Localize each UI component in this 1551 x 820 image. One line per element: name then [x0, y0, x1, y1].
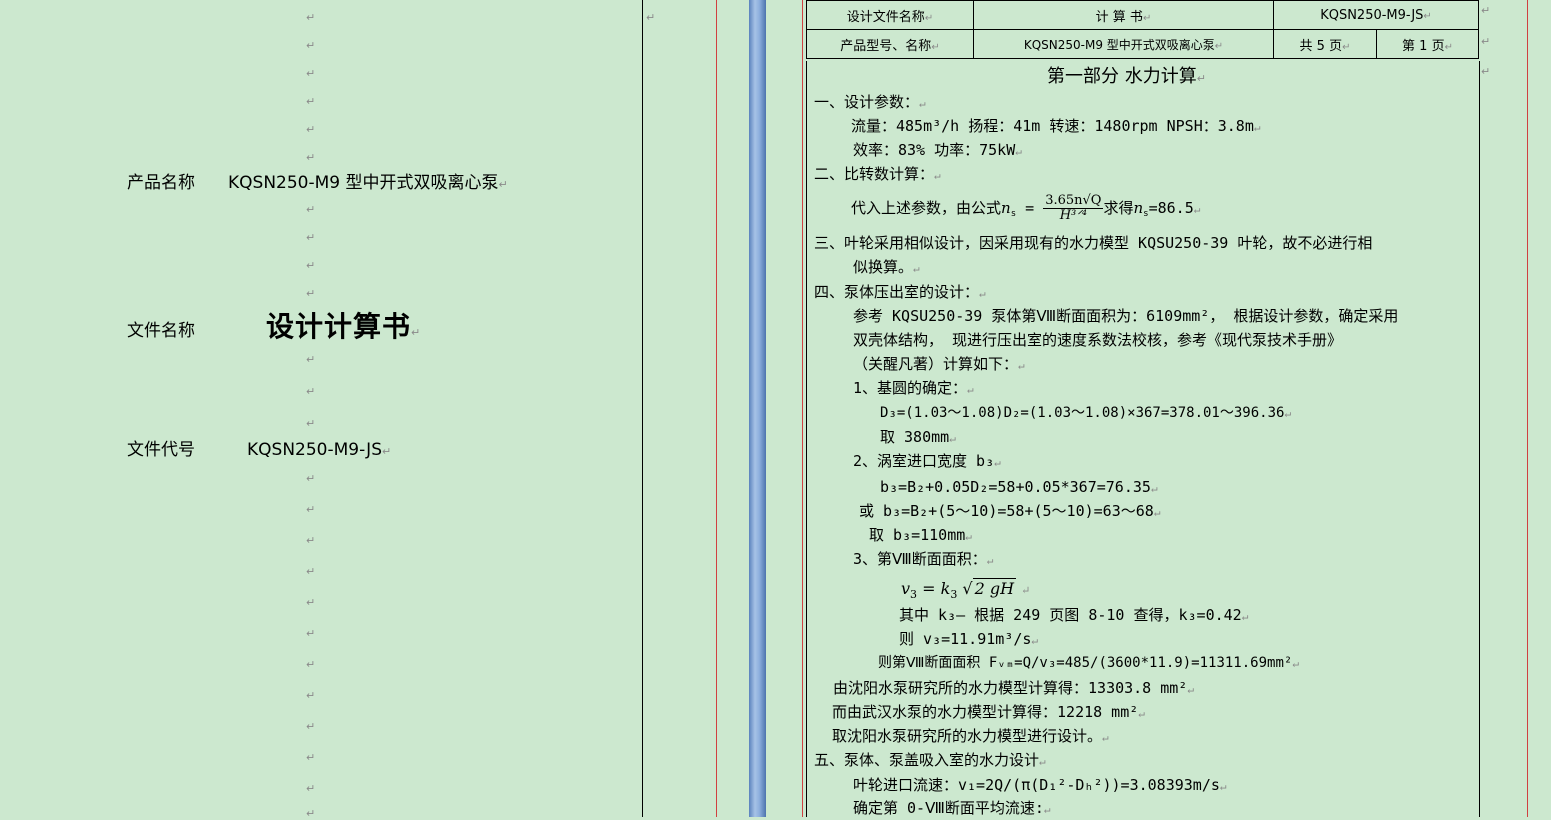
paragraph-mark: ↵ [306, 353, 316, 366]
model-label-cell: 产品型号、名称↵ [806, 29, 974, 59]
paragraph-mark: ↵ [306, 231, 316, 244]
model-value-cell: KQSN250-M9 型中开式双吸离心泵↵ [973, 29, 1274, 59]
paragraph-mark: ↵ [1481, 65, 1491, 78]
product-name-label: 产品名称 [127, 173, 195, 193]
file-code-field: 文件代号 KQSN250-M9-JS↵ [127, 435, 391, 460]
paragraph-mark: ↵ [306, 123, 316, 136]
product-name-field: 产品名称 KQSN250-M9 型中开式双吸离心泵↵ [127, 168, 508, 193]
paragraph-mark: ↵ [306, 259, 316, 272]
paragraph-mark: ↵ [306, 807, 316, 820]
section-4-heading: 四、泵体压出室的设计：↵ [814, 283, 986, 301]
step-2-heading: 2、涡室进口宽度 b₃↵ [853, 452, 1001, 470]
paragraph-mark: ↵ [306, 751, 316, 764]
product-name-value: KQSN250-M9 型中开式双吸离心泵 [228, 173, 499, 193]
file-code-value: KQSN250-M9-JS [247, 440, 382, 460]
step-1-heading: 1、基圆的确定：↵ [853, 379, 974, 397]
step-3-heading: 3、第Ⅷ断面面积：↵ [853, 550, 994, 568]
paragraph-mark: ↵ [411, 326, 421, 339]
model-selection: 取沈阳水泵研究所的水力模型进行设计。↵ [832, 727, 1109, 745]
paragraph-mark: ↵ [382, 445, 392, 458]
right-page-right-edge-line [1527, 0, 1528, 817]
section-2-heading: 二、比转数计算：↵ [814, 165, 941, 183]
total-pages-cell: 共 5 页↵ [1273, 29, 1377, 59]
document-code-cell: KQSN250-M9-JS↵ [1273, 0, 1479, 30]
file-name-field: 文件名称 设计计算书↵ [127, 305, 420, 345]
specific-speed-fraction: 3.65n√Q H³ᐟ⁴ [1043, 193, 1104, 223]
step-1-result: 取 380mm↵ [880, 428, 956, 446]
design-file-label-cell: 设计文件名称↵ [806, 0, 974, 30]
step-1-formula: D₃=(1.03～1.08)D₂=(1.03～1.08)×367=378.01～… [880, 405, 1292, 421]
coefficient-note: 其中 k₃— 根据 249 页图 8-10 查得，k₃=0.42↵ [899, 606, 1249, 624]
file-name-label: 文件名称 [127, 321, 195, 341]
shenyang-model-result: 由沈阳水泵研究所的水力模型计算得：13303.8 mm²↵ [833, 679, 1194, 697]
paragraph-mark: ↵ [306, 720, 316, 733]
velocity-formula: v3 = k3 √ 2 gH ↵ [901, 578, 1031, 601]
paragraph-mark: ↵ [306, 287, 316, 300]
page-gap-divider [749, 0, 766, 817]
paragraph-mark: ↵ [1481, 4, 1491, 17]
paragraph-mark: ↵ [498, 178, 508, 191]
velocity-result: 则 v₃=11.91m³/s↵ [899, 630, 1039, 648]
paragraph-mark: ↵ [306, 689, 316, 702]
section-3-line-1: 三、叶轮采用相似设计，因采用现有的水力模型 KQSU250-39 叶轮，故不必进… [814, 234, 1373, 252]
step-2-result: 取 b₃=110mm↵ [869, 526, 972, 544]
wuhan-model-result: 而由武汉水泵的水力模型计算得：12218 mm²↵ [832, 703, 1145, 721]
paragraph-mark: ↵ [306, 534, 316, 547]
paragraph-mark: ↵ [306, 385, 316, 398]
design-file-value-cell: 计 算 书↵ [973, 0, 1274, 30]
section-5-heading: 五、泵体、泵盖吸入室的水力设计↵ [814, 751, 1046, 769]
paragraph-mark: ↵ [306, 565, 316, 578]
paragraph-mark: ↵ [306, 11, 316, 24]
paragraph-mark: ↵ [306, 417, 316, 430]
paragraph-mark: ↵ [306, 67, 316, 80]
section-4-para-line-2: 双壳体结构， 现进行压出室的速度系数法校核，参考《现代泵技术手册》 [853, 331, 1343, 349]
paragraph-mark: ↵ [306, 658, 316, 671]
right-page-left-edge-line [802, 0, 803, 817]
left-page-margin-line [642, 0, 643, 817]
design-params-line-1: 流量：485m³/h 扬程：41m 转速：1480rpm NPSH：3.8m↵ [851, 117, 1261, 135]
section-3-line-2: 似换算。↵ [853, 258, 920, 276]
paragraph-mark: ↵ [306, 503, 316, 516]
document-header-table: 设计文件名称↵ 计 算 书↵ KQSN250-M9-JS↵ 产品型号、名称↵ K… [806, 0, 1479, 59]
design-params-line-2: 效率：83% 功率：75kW↵ [853, 141, 1022, 159]
paragraph-mark: ↵ [306, 39, 316, 52]
section-4-para-line-1: 参考 KQSU250-39 泵体第Ⅷ断面面积为：6109mm²， 根据设计参数，… [853, 307, 1399, 325]
section-area-result: 则第Ⅷ断面面积 Fᵥₘ=Q/v₃=485/(3600*11.9)=11311.6… [878, 655, 1299, 671]
page-number-cell: 第 1 页↵ [1376, 29, 1479, 59]
specific-speed-formula-line: 代入上述参数，由公式ns = 3.65n√Q H³ᐟ⁴ 求得ns=86.5↵ [851, 193, 1201, 223]
section-1-heading: 一、设计参数：↵ [814, 93, 926, 111]
paragraph-mark: ↵ [306, 203, 316, 216]
paragraph-mark: ↵ [306, 627, 316, 640]
paragraph-mark: ↵ [306, 95, 316, 108]
paragraph-mark: ↵ [1481, 35, 1491, 48]
paragraph-mark: ↵ [306, 782, 316, 795]
paragraph-mark: ↵ [306, 596, 316, 609]
inlet-velocity-line: 叶轮进口流速：v₁=2Q/(π(D₁²-Dₕ²))=3.08393m/s↵ [853, 776, 1227, 794]
step-2-formula-1: b₃=B₂+0.05D₂=58+0.05*367=76.35↵ [880, 478, 1158, 496]
paragraph-mark: ↵ [646, 11, 656, 24]
page-right-edge-line [716, 0, 717, 817]
paragraph-mark: ↵ [306, 151, 316, 164]
document-title: 设计计算书 [266, 310, 412, 343]
step-2-formula-2: 或 b₃=B₂+(5～10)=58+(5～10)=63～68↵ [859, 502, 1161, 520]
section-4-para-line-3: （关醒凡著）计算如下：↵ [853, 355, 1025, 373]
part-title: 第一部分 水力计算↵ [1047, 66, 1206, 87]
paragraph-mark: ↵ [306, 472, 316, 485]
file-code-label: 文件代号 [127, 440, 195, 460]
